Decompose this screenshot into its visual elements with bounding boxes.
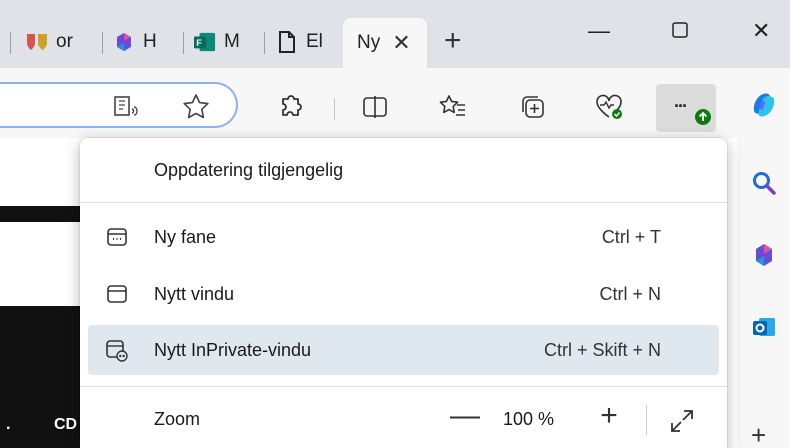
copilot-icon — [113, 31, 135, 53]
copilot-m365-icon[interactable] — [749, 240, 779, 270]
tab-3[interactable]: F M — [194, 22, 240, 62]
menu-item-label: Nytt InPrivate-vindu — [154, 339, 312, 360]
menu-divider — [80, 386, 727, 387]
menu-item-shortcut: Ctrl + Skift + N — [543, 339, 661, 360]
read-aloud-icon[interactable] — [112, 92, 142, 122]
tab-separator — [102, 32, 103, 54]
forms-icon: F — [194, 31, 216, 53]
new-tab-button[interactable]: + — [444, 26, 462, 56]
menu-item-shortcut: Ctrl + T — [601, 226, 661, 247]
tab-strip: or H F M El Ny ✕ + — ✕ — [0, 0, 790, 68]
extensions-icon[interactable] — [274, 92, 304, 122]
copilot-icon[interactable] — [749, 90, 779, 120]
tab-separator — [264, 32, 265, 54]
fullscreen-icon — [671, 410, 693, 432]
more-options-button[interactable]: ··· — [656, 84, 716, 132]
tab-4[interactable]: El — [276, 22, 323, 62]
maximize-icon — [672, 22, 688, 38]
fullscreen-button[interactable] — [668, 407, 696, 435]
menu-item-new-inprivate-window[interactable]: Nytt InPrivate-vindu Ctrl + Skift + N — [88, 325, 719, 375]
add-sidebar-app-button[interactable]: + — [751, 420, 766, 448]
menu-item-label: Ny fane — [154, 226, 217, 247]
active-tab[interactable]: Ny ✕ — [343, 18, 427, 68]
menu-item-new-tab[interactable]: Ny fane Ctrl + T — [88, 212, 719, 262]
menu-item-shortcut: Ctrl + N — [599, 283, 661, 304]
menu-item-new-window[interactable]: Nytt vindu Ctrl + N — [88, 269, 719, 319]
page-text-dot: . — [6, 416, 11, 433]
tab-separator — [183, 32, 184, 54]
zoom-in-button[interactable]: + — [592, 399, 626, 433]
favorite-star-icon[interactable] — [181, 92, 211, 122]
zoom-separator — [646, 405, 647, 435]
shield-icon — [26, 31, 48, 53]
new-window-icon — [104, 281, 130, 307]
outlook-icon[interactable] — [749, 312, 779, 342]
active-tab-label: Ny — [357, 32, 381, 53]
page-dark-bar — [0, 206, 90, 222]
svg-text:F: F — [196, 38, 202, 48]
zoom-out-button[interactable]: — — [448, 399, 482, 433]
toolbar-separator — [334, 98, 335, 120]
page-dark-block: . CD — [0, 306, 90, 448]
tab-separator — [10, 32, 11, 54]
close-tab-icon[interactable]: ✕ — [392, 30, 410, 56]
split-screen-icon[interactable] — [360, 92, 390, 122]
right-sidebar: + — [737, 68, 790, 448]
menu-item-label: Nytt vindu — [154, 283, 235, 304]
update-available-item[interactable]: Oppdatering tilgjengelig — [154, 160, 343, 181]
zoom-label: Zoom — [154, 409, 201, 429]
maximize-button[interactable] — [670, 20, 690, 46]
tab-4-label: El — [306, 31, 323, 52]
toolbar: ··· — [0, 68, 790, 138]
tab-3-label: M — [224, 31, 240, 52]
tab-1[interactable]: or — [26, 22, 73, 62]
new-tab-icon — [104, 224, 130, 250]
page-text-cd: CD — [54, 416, 78, 433]
inprivate-window-icon — [104, 337, 130, 363]
tab-2[interactable]: H — [113, 22, 157, 62]
document-icon — [276, 31, 298, 53]
more-options-icon: ··· — [674, 96, 688, 116]
close-window-button[interactable]: ✕ — [752, 18, 770, 44]
collections-icon[interactable] — [518, 92, 548, 122]
update-available-icon — [695, 109, 711, 125]
tab-2-label: H — [143, 31, 157, 52]
search-icon[interactable] — [749, 168, 779, 198]
zoom-row: Zoom — 100 % + — [88, 395, 719, 445]
browser-essentials-icon[interactable] — [594, 92, 624, 122]
tab-1-label: or — [56, 31, 73, 52]
minimize-button[interactable]: — — [588, 18, 610, 44]
favorites-list-icon[interactable] — [438, 92, 468, 122]
settings-menu: Oppdatering tilgjengelig Ny fane Ctrl + … — [80, 138, 727, 448]
menu-divider — [80, 202, 727, 203]
zoom-level: 100 % — [503, 409, 555, 429]
